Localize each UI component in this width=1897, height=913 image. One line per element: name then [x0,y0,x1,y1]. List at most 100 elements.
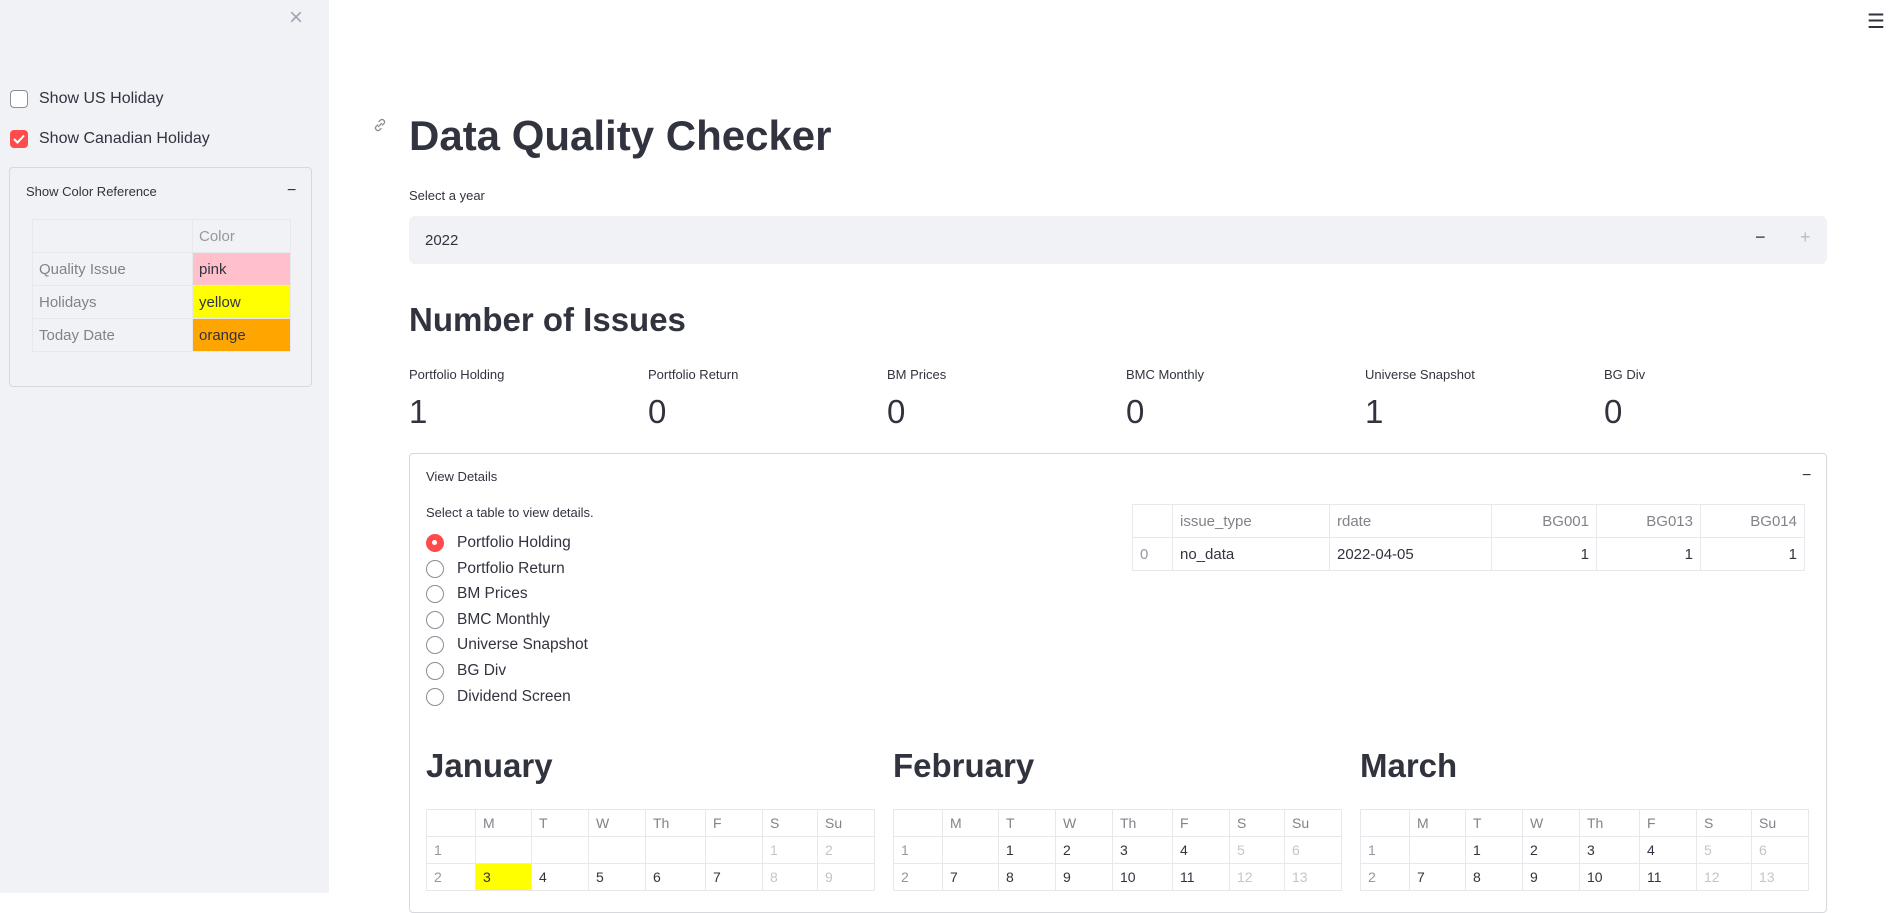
calendar-day-cell: 4 [531,863,589,891]
calendar-day-cell: 2 [1055,836,1113,864]
calendar-day-cell: 3 [475,863,532,891]
radio-option[interactable]: Universe Snapshot [426,636,588,655]
calendar-table-january: M T W Th F S Su 1 1 2 2 3 4 5 6 7 8 9 [426,809,875,891]
table-cell: 1 [1596,537,1701,571]
metric-value: 1 [1365,393,1384,430]
calendar-day-header: M [475,809,532,837]
checkbox-unchecked-icon[interactable] [10,90,28,108]
calendar-day-cell: 7 [942,863,999,891]
metric-value: 0 [887,393,906,430]
radio-unselected-icon[interactable] [426,610,444,629]
table-header-row: Color [32,219,291,253]
calendar-day-cell: 10 [1112,863,1173,891]
calendar-header-row: M T W Th F S Su [1360,809,1809,837]
calendar-day-cell [705,836,763,864]
page-title: Data Quality Checker [409,112,832,159]
decrement-button[interactable]: − [1755,227,1766,248]
calendar-day-cell: 11 [1172,863,1230,891]
table-header-color: Color [192,219,291,253]
calendar-day-cell: 5 [1229,836,1285,864]
calendar-day-cell: 1 [1465,836,1523,864]
metric-label: Universe Snapshot [1365,367,1475,382]
metric-label: Portfolio Holding [409,367,505,382]
radio-label: Dividend Screen [457,687,571,705]
radio-label: BMC Monthly [457,610,551,628]
radio-unselected-icon[interactable] [426,687,444,706]
calendar-week-row: 23456789 [426,863,875,891]
calendar-week-number: 2 [426,863,476,891]
calendar-day-cell: 9 [1522,863,1580,891]
calendar-day-header: W [1522,809,1580,837]
radio-option[interactable]: Dividend Screen [426,687,571,706]
radio-unselected-icon[interactable] [426,662,444,680]
table-row: Quality Issue pink [32,252,291,286]
radio-selected-icon[interactable] [426,534,444,552]
calendar-day-cell: 8 [998,863,1056,891]
month-title: January [426,747,553,784]
year-value[interactable]: 2022 [425,232,458,249]
month-title: February [893,747,1035,784]
table-cell: no_data [1172,537,1330,571]
view-details-title[interactable]: View Details [426,469,497,484]
calendar-day-header: Th [1579,809,1640,837]
radio-option[interactable]: Portfolio Holding [426,534,571,552]
row-color-value: pink [192,252,291,286]
metric-value: 0 [1126,393,1145,430]
calendar-table-march: M T W Th F S Su 1 1 2 3 4 5 6 2 7 8 9 10 11 12 13 [1360,809,1809,891]
color-reference-expander: Show Color Reference − Color Quality Iss… [9,167,312,387]
metric-label: Portfolio Return [648,367,739,382]
increment-button[interactable]: + [1800,227,1811,248]
calendar-day-cell: 8 [1465,863,1523,891]
calendar-day-cell: 6 [1284,836,1342,864]
checkbox-checked-icon[interactable] [10,130,28,148]
color-reference-title[interactable]: Show Color Reference [26,184,157,199]
calendar-day-cell: 5 [1696,836,1752,864]
calendar-day-header: F [1639,809,1697,837]
table-header: BG001 [1491,504,1597,538]
calendar-day-cell: 5 [588,863,646,891]
calendar-day-cell: 6 [645,863,706,891]
radio-unselected-icon[interactable] [426,559,444,578]
year-number-input[interactable]: 2022 − + [409,216,1827,264]
calendar-week-number: 1 [1360,836,1410,864]
calendar-day-header: T [531,809,589,837]
checkbox-canadian-holiday[interactable]: Show Canadian Holiday [10,130,210,148]
calendar-day-header: Th [645,809,706,837]
radio-option[interactable]: BMC Monthly [426,610,551,629]
table-header-row: issue_type rdate BG001 BG013 BG014 [1132,504,1805,538]
calendar-day-cell [942,836,999,864]
calendar-day-cell [531,836,589,864]
calendar-day-header: M [942,809,999,837]
calendar-day-header: Su [817,809,875,837]
calendar-day-header: S [762,809,818,837]
calendar-day-header: W [588,809,646,837]
issues-heading: Number of Issues [409,301,686,338]
calendar-day-header: W [1055,809,1113,837]
calendar-week-number: 1 [426,836,476,864]
calendar-day-cell: 3 [1579,836,1640,864]
calendar-day-cell: 9 [1055,863,1113,891]
row-label: Holidays [32,285,193,319]
close-sidebar-icon[interactable]: × [289,6,303,30]
calendar-day-cell: 6 [1751,836,1809,864]
collapse-icon[interactable]: − [1802,467,1811,485]
calendar-day-header: Th [1112,809,1173,837]
radio-option[interactable]: BG Div [426,662,506,680]
radio-unselected-icon[interactable] [426,585,444,604]
metric-value: 1 [409,393,428,430]
radio-option[interactable]: BM Prices [426,585,528,604]
hamburger-menu-icon[interactable]: ☰ [1867,9,1885,34]
calendar-day-cell: 3 [1112,836,1173,864]
radio-label: Portfolio Holding [457,534,571,551]
table-cell: 1 [1700,537,1805,571]
sidebar: × Show US Holiday Show Canadian Holiday … [0,0,329,893]
table-header: BG014 [1700,504,1805,538]
link-icon[interactable] [372,117,388,138]
collapse-icon[interactable]: − [287,182,296,200]
radio-option[interactable]: Portfolio Return [426,559,565,578]
checkbox-us-holiday[interactable]: Show US Holiday [10,90,164,108]
radio-unselected-icon[interactable] [426,636,444,655]
row-label: Quality Issue [32,252,193,286]
calendar-day-cell [645,836,706,864]
table-header: BG013 [1596,504,1701,538]
